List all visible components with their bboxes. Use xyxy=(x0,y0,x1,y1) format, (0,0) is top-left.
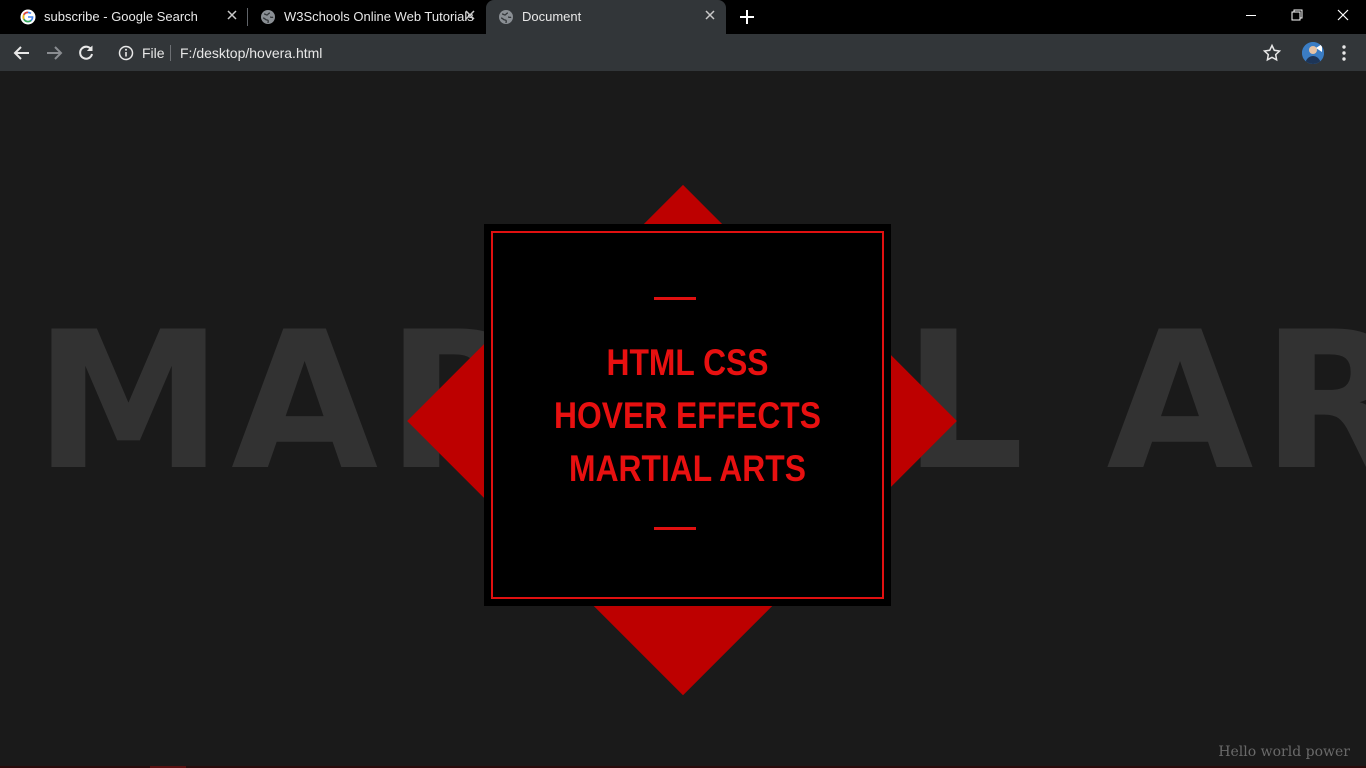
tab-title: Document xyxy=(522,9,582,24)
info-icon[interactable] xyxy=(118,45,134,61)
divider-top xyxy=(654,297,696,300)
url-text[interactable]: F:/desktop/hovera.html xyxy=(180,45,322,61)
restore-icon xyxy=(1291,9,1303,21)
headline-line-3: MARTIAL ARTS xyxy=(569,448,806,489)
close-icon[interactable] xyxy=(464,9,476,21)
close-icon[interactable] xyxy=(704,9,716,21)
site-info-chip[interactable]: File xyxy=(142,45,165,61)
close-icon[interactable] xyxy=(226,9,238,21)
tab-document[interactable]: Document xyxy=(486,0,726,34)
avatar-icon xyxy=(1302,42,1324,64)
page-viewport: MARTIAL ARTS HTML CSS HOVER EFFECTS MART… xyxy=(0,71,1366,768)
window-close-button[interactable] xyxy=(1320,0,1366,30)
google-icon xyxy=(20,9,36,25)
browser-toolbar: File F:/desktop/hovera.html xyxy=(0,34,1366,71)
chip-divider xyxy=(170,45,171,61)
card-headline: HTML CSS HOVER EFFECTS MARTIAL ARTS xyxy=(512,336,862,495)
tab-w3schools[interactable]: W3Schools Online Web Tutorials xyxy=(248,0,486,34)
address-bar[interactable]: File F:/desktop/hovera.html xyxy=(108,36,1298,69)
hover-card[interactable]: HTML CSS HOVER EFFECTS MARTIAL ARTS xyxy=(484,224,891,606)
tab-title: subscribe - Google Search xyxy=(44,9,198,24)
forward-arrow-icon[interactable] xyxy=(44,43,64,63)
tab-strip: subscribe - Google Search W3Schools Onli… xyxy=(0,0,1366,34)
reload-icon[interactable] xyxy=(76,43,96,63)
kebab-menu-icon[interactable] xyxy=(1336,43,1352,63)
minimize-button[interactable] xyxy=(1228,0,1274,30)
minimize-icon xyxy=(1246,15,1256,16)
globe-icon xyxy=(499,10,513,24)
headline-line-2: HOVER EFFECTS xyxy=(554,395,821,436)
new-tab-plus-icon[interactable] xyxy=(738,8,756,26)
headline-line-1: HTML CSS xyxy=(606,342,769,383)
tab-title: W3Schools Online Web Tutorials xyxy=(284,9,474,24)
back-arrow-icon[interactable] xyxy=(12,43,32,63)
bookmark-star-icon[interactable] xyxy=(1262,43,1282,63)
tab-google-search[interactable]: subscribe - Google Search xyxy=(8,0,248,34)
divider-bottom xyxy=(654,527,696,530)
close-icon xyxy=(1337,9,1349,21)
restore-button[interactable] xyxy=(1274,0,1320,30)
footer-note: Hello world power xyxy=(1218,744,1350,760)
globe-icon xyxy=(261,10,275,24)
profile-avatar[interactable] xyxy=(1302,42,1324,64)
